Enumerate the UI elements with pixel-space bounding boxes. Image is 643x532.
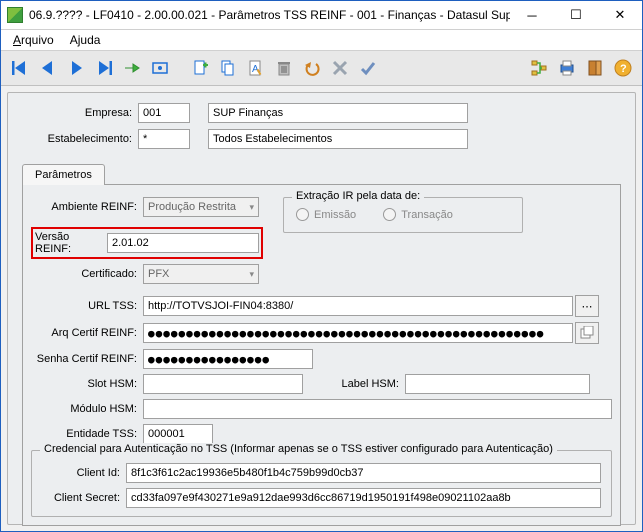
close-button[interactable]: ✕ xyxy=(598,1,642,29)
goto-button[interactable] xyxy=(119,55,145,81)
radio-transacao[interactable]: Transação xyxy=(383,208,453,221)
app-window: 06.9.???? - LF0410 - 2.00.00.021 - Parâm… xyxy=(0,0,643,532)
secret-field[interactable] xyxy=(126,488,601,508)
labelhsm-field[interactable] xyxy=(405,374,590,394)
minimize-button[interactable]: ─ xyxy=(510,1,554,29)
edit-button[interactable]: A xyxy=(243,55,269,81)
empresa-label: Empresa: xyxy=(22,107,138,119)
estab-code-field[interactable] xyxy=(138,129,190,149)
versao-field[interactable] xyxy=(107,233,259,253)
titlebar: 06.9.???? - LF0410 - 2.00.00.021 - Parâm… xyxy=(1,1,642,30)
svg-text:?: ? xyxy=(620,63,627,75)
radio-emissao[interactable]: Emissão xyxy=(296,208,356,221)
radio-emissao-label: Emissão xyxy=(314,209,356,221)
certificado-select[interactable]: PFX ▾ xyxy=(143,264,259,284)
slot-field[interactable] xyxy=(143,374,303,394)
estab-name-field xyxy=(208,129,468,149)
confirm-button[interactable] xyxy=(355,55,381,81)
modulo-field[interactable] xyxy=(143,399,612,419)
main-panel: Empresa: Estabelecimento: Parâmetros Am xyxy=(7,92,636,525)
chevron-down-icon: ▾ xyxy=(249,269,254,280)
content-area: Empresa: Estabelecimento: Parâmetros Am xyxy=(1,86,642,531)
last-record-button[interactable] xyxy=(91,55,117,81)
credencial-legend: Credencial para Autenticação no TSS (Inf… xyxy=(40,443,557,455)
empresa-name-field xyxy=(208,103,468,123)
radio-transacao-label: Transação xyxy=(401,209,453,221)
extracao-legend: Extração IR pela data de: xyxy=(292,190,424,202)
empresa-row: Empresa: xyxy=(22,103,621,123)
url-browse-button[interactable]: ⋯ xyxy=(575,295,599,317)
prev-record-button[interactable] xyxy=(35,55,61,81)
help-button[interactable]: ? xyxy=(610,55,636,81)
delete-button[interactable] xyxy=(271,55,297,81)
ambiente-value: Produção Restrita xyxy=(148,201,236,213)
credencial-group: Credencial para Autenticação no TSS (Inf… xyxy=(31,450,612,517)
url-field[interactable] xyxy=(143,296,573,316)
estab-row: Estabelecimento: xyxy=(22,129,621,149)
ambiente-select[interactable]: Produção Restrita ▾ xyxy=(143,197,259,217)
menu-ajuda[interactable]: Ajuda xyxy=(62,31,109,49)
menu-arquivo[interactable]: Arquivo xyxy=(5,31,62,49)
first-record-button[interactable] xyxy=(7,55,33,81)
new-button[interactable] xyxy=(187,55,213,81)
menubar: Arquivo Ajuda xyxy=(1,30,642,51)
undo-button[interactable] xyxy=(299,55,325,81)
copy-button[interactable] xyxy=(215,55,241,81)
window-title: 06.9.???? - LF0410 - 2.00.00.021 - Parâm… xyxy=(29,8,510,22)
clientid-field[interactable] xyxy=(126,463,601,483)
labelhsm-label: Label HSM: xyxy=(331,378,405,390)
entidade-label: Entidade TSS: xyxy=(31,428,143,440)
estab-label: Estabelecimento: xyxy=(22,133,138,145)
window-buttons: ─ ☐ ✕ xyxy=(510,1,642,29)
entidade-field[interactable] xyxy=(143,424,213,444)
modulo-label: Módulo HSM: xyxy=(31,403,143,415)
toolbar: A ? xyxy=(1,51,642,86)
maximize-button[interactable]: ☐ xyxy=(554,1,598,29)
cancel-button[interactable] xyxy=(327,55,353,81)
slot-label: Slot HSM: xyxy=(31,378,143,390)
arq-browse-button[interactable] xyxy=(575,322,599,344)
print-button[interactable] xyxy=(554,55,580,81)
tab-body: Ambiente REINF: Produção Restrita ▾ Vers… xyxy=(22,184,621,526)
arq-field[interactable] xyxy=(143,323,573,343)
tab-parametros[interactable]: Parâmetros xyxy=(22,164,105,185)
search-button[interactable] xyxy=(147,55,173,81)
radio-icon xyxy=(383,208,396,221)
radio-icon xyxy=(296,208,309,221)
next-record-button[interactable] xyxy=(63,55,89,81)
exit-button[interactable] xyxy=(582,55,608,81)
certificado-value: PFX xyxy=(148,268,169,280)
arq-label: Arq Certif REINF: xyxy=(31,327,143,339)
versao-label: Versão REINF: xyxy=(35,231,107,255)
tree-button[interactable] xyxy=(526,55,552,81)
extracao-group: Extração IR pela data de: Emissão Transa… xyxy=(283,197,523,233)
secret-label: Client Secret: xyxy=(42,492,126,504)
senha-field[interactable] xyxy=(143,349,313,369)
chevron-down-icon: ▾ xyxy=(249,202,254,213)
senha-label: Senha Certif REINF: xyxy=(31,353,143,365)
certificado-label: Certificado: xyxy=(31,268,143,280)
url-label: URL TSS: xyxy=(31,300,143,312)
clientid-label: Client Id: xyxy=(42,467,126,479)
versao-highlight: Versão REINF: xyxy=(31,227,263,259)
ambiente-label: Ambiente REINF: xyxy=(31,201,143,213)
empresa-code-field[interactable] xyxy=(138,103,190,123)
app-icon xyxy=(7,7,23,23)
tabstrip: Parâmetros xyxy=(22,163,621,184)
